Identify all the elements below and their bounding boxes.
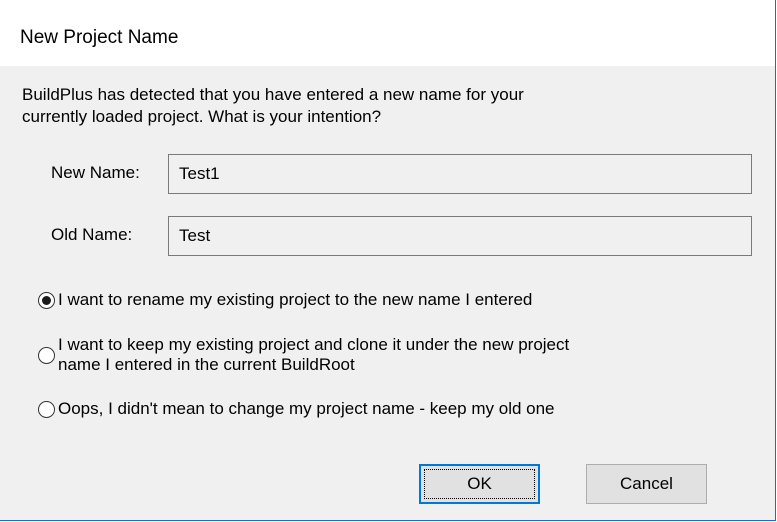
old-name-label: Old Name: [51, 225, 133, 244]
message-line-2: currently loaded project. What is your i… [22, 107, 382, 126]
old-name-field[interactable] [168, 216, 752, 256]
cancel-button-label: Cancel [620, 474, 673, 493]
clone-option-label-line-2: name I entered in the current BuildRoot [58, 355, 355, 374]
new-name-field[interactable] [168, 154, 752, 194]
dialog-body: BuildPlus has detected that you have ent… [0, 66, 775, 520]
radio-button[interactable] [38, 346, 55, 364]
new-name-label: New Name: [51, 163, 140, 182]
dialog-message: BuildPlus has detected that you have ent… [22, 84, 722, 128]
clone-option-label[interactable]: I want to keep my existing project and c… [58, 335, 569, 375]
window-title: New Project Name [20, 27, 179, 48]
keep-old-option[interactable]: Oops, I didn't mean to change my project… [38, 398, 555, 420]
keep-old-option-label[interactable]: Oops, I didn't mean to change my project… [58, 398, 555, 420]
ok-button[interactable]: OK [419, 464, 540, 504]
message-line-1: BuildPlus has detected that you have ent… [22, 85, 524, 104]
radio-button[interactable] [38, 400, 55, 418]
cancel-button[interactable]: Cancel [586, 464, 707, 504]
rename-option-label[interactable]: I want to rename my existing project to … [58, 289, 532, 311]
rename-option[interactable]: I want to rename my existing project to … [38, 289, 532, 311]
dialog-window: New Project Name BuildPlus has detected … [0, 0, 776, 521]
ok-button-label: OK [467, 474, 492, 493]
clone-option[interactable]: I want to keep my existing project and c… [38, 335, 569, 375]
clone-option-label-line-1: I want to keep my existing project and c… [58, 335, 570, 354]
radio-button-selected[interactable] [38, 291, 55, 309]
radio-selected-dot [42, 295, 51, 305]
title-bar[interactable]: New Project Name [0, 0, 775, 66]
